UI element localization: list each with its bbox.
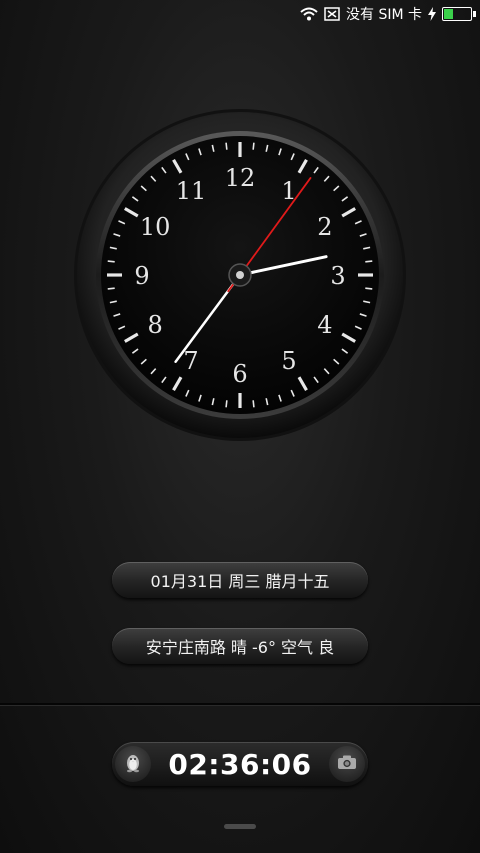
minute-tick — [252, 400, 255, 408]
clock-numeral: 8 — [147, 311, 162, 339]
minute-tick — [107, 260, 115, 263]
clock-numeral: 7 — [183, 347, 198, 375]
unlock-slider[interactable]: 02:36:06 — [112, 742, 368, 786]
minute-tick — [365, 260, 373, 263]
analog-clock: 12 1 2 3 4 5 6 7 8 9 10 11 — [73, 108, 407, 442]
minute-tick — [225, 400, 228, 408]
status-bar: 没有 SIM 卡 — [0, 0, 480, 28]
battery-icon — [442, 7, 476, 21]
clock-numeral: 9 — [134, 262, 149, 290]
sim-status-text: 没有 SIM 卡 — [346, 7, 422, 23]
date-pill: 01月31日 周三 腊月十五 — [112, 562, 368, 598]
clock-numeral: 3 — [330, 262, 345, 290]
minute-tick — [107, 287, 115, 290]
minute-tick — [252, 142, 255, 150]
date-text: 01月31日 周三 腊月十五 — [150, 572, 330, 591]
minute-tick — [225, 142, 228, 150]
clock-numeral: 12 — [225, 164, 256, 192]
camera-button[interactable] — [329, 746, 365, 782]
clock-numeral: 10 — [140, 213, 171, 241]
clock-center-pin — [236, 271, 244, 279]
clock-numeral: 11 — [176, 177, 207, 205]
clock-numeral: 5 — [281, 347, 296, 375]
no-sim-icon — [324, 7, 340, 21]
charging-icon — [428, 7, 436, 21]
wifi-icon — [300, 7, 318, 21]
weather-text: 安宁庄南路 晴 -6° 空气 良 — [145, 638, 335, 657]
camera-icon — [337, 754, 357, 774]
clock-numeral: 4 — [317, 311, 332, 339]
weather-pill[interactable]: 安宁庄南路 晴 -6° 空气 良 — [112, 628, 368, 664]
divider — [0, 703, 480, 706]
clock-numeral: 6 — [232, 360, 247, 388]
clock-numeral: 2 — [317, 213, 332, 241]
drag-handle[interactable] — [224, 824, 256, 829]
minute-tick — [365, 287, 373, 290]
